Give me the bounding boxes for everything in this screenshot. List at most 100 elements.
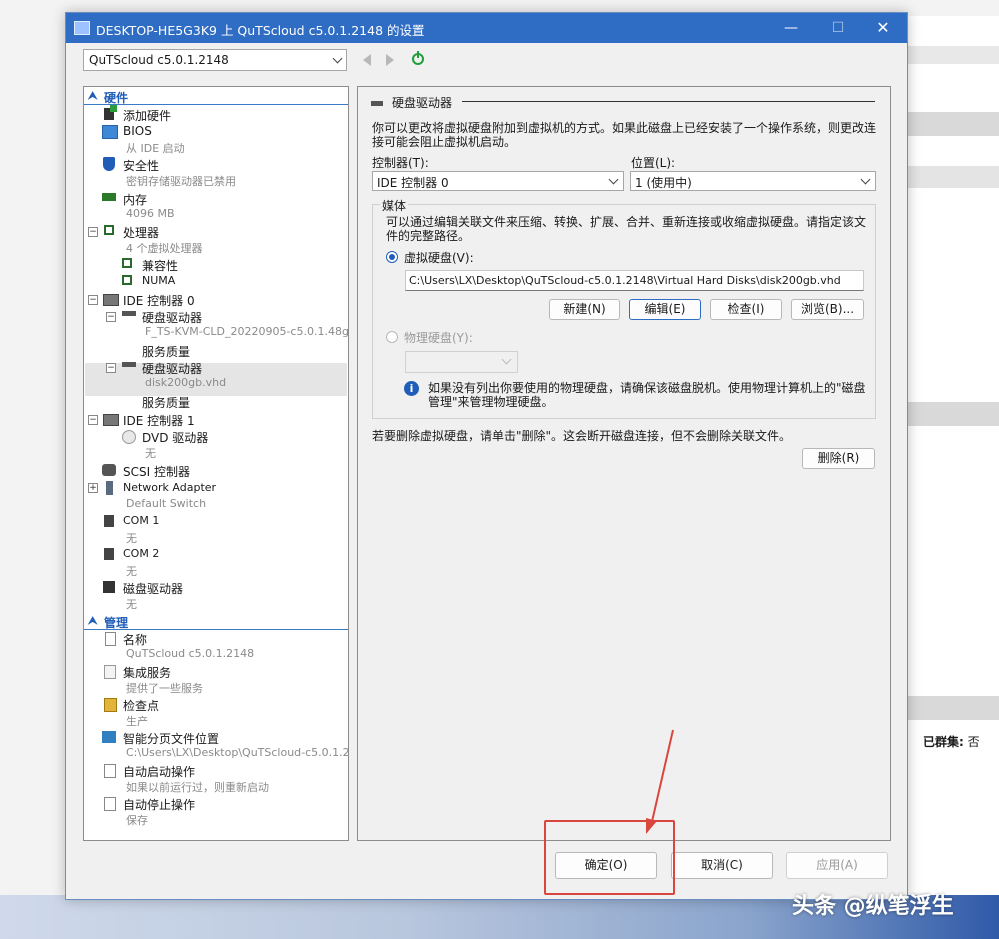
forward-arrow-icon[interactable] [386, 54, 394, 66]
tree-item-auto-stop-detail: 保存 [126, 814, 148, 827]
hard-drive-icon [122, 311, 136, 316]
ide-controller-icon [103, 294, 119, 306]
bios-icon [102, 125, 118, 139]
virtual-hard-disk-label[interactable]: 虚拟硬盘(V): [404, 249, 474, 266]
expand-ide0-icon[interactable]: − [88, 295, 98, 305]
tree-item-com2-detail: 无 [126, 565, 137, 578]
name-icon [105, 632, 116, 646]
ide-controller-icon [103, 414, 119, 426]
tree-item-com2[interactable]: COM 2 [123, 547, 159, 560]
tree-item-qos-1[interactable]: 服务质量 [142, 343, 190, 360]
controller-select[interactable]: IDE 控制器 0 [372, 171, 624, 191]
remove-description: 若要删除虚拟硬盘，请单击"删除"。这会断开磁盘连接，但不会删除关联文件。 [372, 429, 792, 443]
auto-stop-icon [104, 797, 116, 811]
hyperv-settings-icon [74, 21, 90, 35]
tree-item-auto-stop[interactable]: 自动停止操作 [123, 796, 195, 813]
tree-item-com1-detail: 无 [126, 532, 137, 545]
expand-processor-icon[interactable]: − [88, 227, 98, 237]
tree-item-com1[interactable]: COM 1 [123, 514, 159, 527]
tree-item-compatibility[interactable]: 兼容性 [142, 257, 178, 274]
hardware-section-header[interactable]: ⮝ 硬件 [84, 88, 348, 105]
tree-item-processor[interactable]: 处理器 [123, 224, 159, 241]
tree-item-bios-detail: 从 IDE 启动 [126, 142, 185, 155]
tree-item-integration-services[interactable]: 集成服务 [123, 664, 171, 681]
network-adapter-icon [106, 481, 113, 495]
inspect-button[interactable]: 检查(I) [710, 299, 782, 320]
location-select-value: 1 (使用中) [635, 176, 692, 190]
controller-label: 控制器(T): [372, 156, 429, 170]
add-hardware-icon [104, 105, 117, 120]
tree-item-security[interactable]: 安全性 [123, 157, 159, 174]
chevron-down-icon [860, 174, 871, 185]
virtual-hard-disk-radio[interactable] [386, 251, 398, 263]
tree-item-network-detail: Default Switch [126, 497, 207, 510]
annotation-highlight-box [544, 820, 675, 895]
collapse-icon: ⮝ [88, 614, 98, 627]
tree-item-name[interactable]: 名称 [123, 631, 147, 648]
tree-item-auto-start[interactable]: 自动启动操作 [123, 763, 195, 780]
edit-button[interactable]: 编辑(E) [629, 299, 701, 320]
tree-item-memory-detail: 4096 MB [126, 207, 175, 220]
watermark: 头条 @纵笔浮生 [792, 894, 954, 919]
tree-item-diskette-drive[interactable]: 磁盘驱动器 [123, 580, 183, 597]
location-select[interactable]: 1 (使用中) [630, 171, 876, 191]
vhd-path-input[interactable]: C:\Users\LX\Desktop\QuTScloud-c5.0.1.214… [405, 270, 864, 291]
tree-item-scsi-controller[interactable]: SCSI 控制器 [123, 463, 190, 480]
back-arrow-icon[interactable] [363, 54, 371, 66]
vm-select-dropdown[interactable]: QuTScloud c5.0.1.2148 [83, 49, 347, 71]
cancel-button[interactable]: 取消(C) [671, 852, 773, 879]
panel-title: 硬盘驱动器 [392, 96, 453, 110]
tree-item-memory[interactable]: 内存 [123, 191, 147, 208]
tree-item-smart-paging[interactable]: 智能分页文件位置 [123, 730, 219, 747]
physical-hard-disk-label[interactable]: 物理硬盘(Y): [404, 329, 473, 346]
new-button[interactable]: 新建(N) [549, 299, 620, 320]
physical-disk-select[interactable] [405, 351, 518, 373]
physical-hard-disk-radio[interactable] [386, 331, 398, 343]
tree-item-checkpoints[interactable]: 检查点 [123, 697, 159, 714]
apply-button[interactable]: 应用(A) [786, 852, 888, 879]
controller-select-value: IDE 控制器 0 [377, 176, 449, 190]
expand-hdd2-icon[interactable]: − [106, 363, 116, 373]
browse-button[interactable]: 浏览(B)... [791, 299, 864, 320]
remove-button[interactable]: 删除(R) [802, 448, 875, 469]
chevron-down-icon [608, 174, 619, 185]
info-icon: i [404, 381, 419, 396]
tree-item-add-hardware[interactable]: 添加硬件 [123, 107, 171, 124]
processor-icon [104, 225, 114, 235]
floppy-drive-icon [103, 581, 115, 593]
scsi-controller-icon [102, 464, 116, 476]
header-divider [462, 101, 875, 102]
tree-item-network-adapter[interactable]: Network Adapter [123, 481, 216, 494]
management-section-header[interactable]: ⮝ 管理 [84, 613, 348, 630]
start-vm-icon[interactable] [412, 51, 424, 65]
numa-icon [122, 275, 132, 285]
tree-item-bios[interactable]: BIOS [123, 124, 152, 138]
tree-item-security-detail: 密钥存储驱动器已禁用 [126, 175, 236, 188]
expand-ide1-icon[interactable]: − [88, 415, 98, 425]
tree-item-dvd-drive[interactable]: DVD 驱动器 [142, 429, 208, 446]
tree-item-numa[interactable]: NUMA [142, 274, 175, 287]
tree-item-hard-drive-1[interactable]: 硬盘驱动器 [142, 309, 202, 326]
vm-select-value: QuTScloud c5.0.1.2148 [89, 53, 229, 67]
title-bar[interactable]: DESKTOP-HE5G3K9 上 QuTScloud c5.0.1.2148 … [66, 13, 907, 43]
hard-drive-icon [122, 362, 136, 367]
tree-item-checkpoints-detail: 生产 [126, 715, 148, 728]
settings-tree[interactable]: ⮝ 硬件 添加硬件 BIOS 从 IDE 启动 安全性 密钥存储驱动器已禁用 内… [83, 86, 349, 841]
tree-item-name-detail: QuTScloud c5.0.1.2148 [126, 647, 255, 660]
tree-item-hard-drive-2-detail: disk200gb.vhd [145, 376, 227, 389]
paging-file-icon [102, 731, 116, 743]
compatibility-icon [122, 258, 132, 268]
maximize-button[interactable]: ☐ [815, 13, 861, 43]
tree-item-integration-detail: 提供了一些服务 [126, 682, 203, 695]
tree-item-auto-start-detail: 如果以前运行过，则重新启动 [126, 781, 269, 794]
expand-hdd1-icon[interactable]: − [106, 312, 116, 322]
tree-item-hard-drive-2[interactable]: 硬盘驱动器 [142, 360, 202, 377]
auto-start-icon [104, 764, 116, 778]
expand-network-icon[interactable]: + [88, 483, 98, 493]
tree-item-ide-controller-1[interactable]: IDE 控制器 1 [123, 412, 195, 429]
tree-item-qos-2[interactable]: 服务质量 [142, 394, 190, 411]
close-button[interactable]: ✕ [860, 13, 906, 43]
tree-item-ide-controller-0[interactable]: IDE 控制器 0 [123, 292, 195, 309]
clustered-status: 已群集: 否 [923, 735, 980, 749]
minimize-button[interactable]: — [768, 13, 814, 43]
